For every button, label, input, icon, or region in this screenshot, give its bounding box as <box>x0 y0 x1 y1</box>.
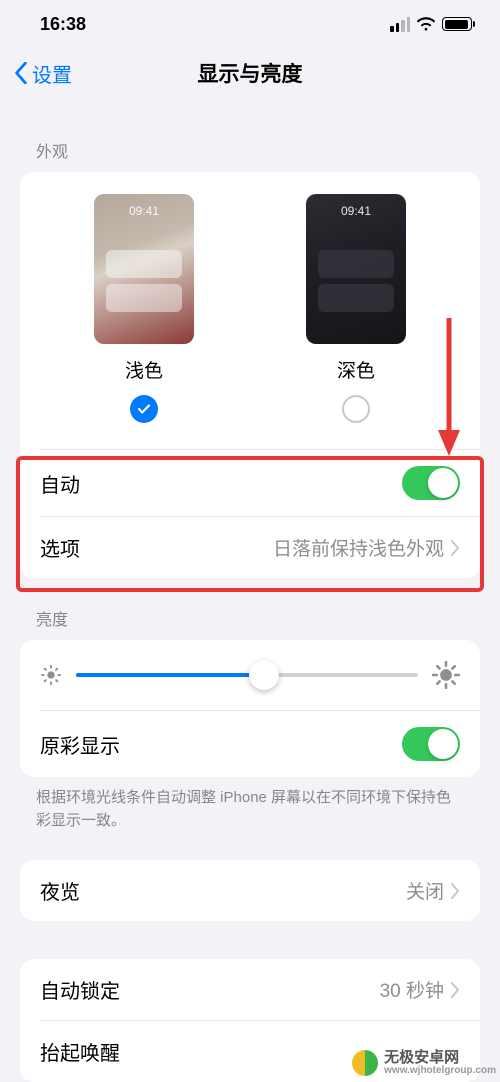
appearance-selector: 09:41 浅色 09:41 深色 <box>20 172 480 449</box>
auto-lock-value: 30 秒钟 <box>380 976 444 1003</box>
chevron-right-icon <box>450 883 460 899</box>
auto-appearance-row: 自动 <box>20 450 480 516</box>
appearance-option-light[interactable]: 09:41 浅色 <box>94 194 194 423</box>
auto-label: 自动 <box>40 469 80 498</box>
status-bar: 16:38 <box>0 0 500 48</box>
watermark: 无极安卓网 www.wjhotelgroup.com <box>352 1050 496 1076</box>
options-value: 日落前保持浅色外观 <box>273 534 444 561</box>
light-label: 浅色 <box>125 356 163 383</box>
night-shift-value: 关闭 <box>406 877 444 904</box>
checkmark-icon <box>136 401 152 417</box>
back-button[interactable]: 设置 <box>14 59 72 88</box>
cellular-signal-icon <box>390 17 410 32</box>
back-label: 设置 <box>32 59 72 88</box>
dark-preview-icon: 09:41 <box>306 194 406 344</box>
auto-lock-row[interactable]: 自动锁定 30 秒钟 <box>20 959 480 1020</box>
truetone-row: 原彩显示 <box>20 711 480 777</box>
auto-appearance-switch[interactable] <box>402 466 460 500</box>
night-shift-label: 夜览 <box>40 876 80 905</box>
nav-header: 设置 显示与亮度 <box>0 48 500 98</box>
truetone-footer: 根据环境光线条件自动调整 iPhone 屏幕以在不同环境下保持色彩显示一致。 <box>0 777 500 832</box>
brightness-slider[interactable] <box>76 660 418 690</box>
options-label: 选项 <box>40 533 80 562</box>
light-radio[interactable] <box>130 395 158 423</box>
wifi-icon <box>416 17 436 31</box>
auto-lock-label: 自动锁定 <box>40 975 120 1004</box>
brightness-card: 原彩显示 <box>20 640 480 777</box>
appearance-options-row[interactable]: 选项 日落前保持浅色外观 <box>20 517 480 578</box>
sun-small-icon <box>40 664 62 686</box>
sun-large-icon <box>432 661 460 689</box>
status-indicators <box>390 17 472 32</box>
brightness-slider-row <box>20 640 480 710</box>
truetone-switch[interactable] <box>402 727 460 761</box>
truetone-label: 原彩显示 <box>40 730 120 759</box>
appearance-header: 外观 <box>0 98 500 172</box>
chevron-right-icon <box>450 982 460 998</box>
brightness-header: 亮度 <box>0 578 500 640</box>
chevron-right-icon <box>450 540 460 556</box>
appearance-option-dark[interactable]: 09:41 深色 <box>306 194 406 423</box>
appearance-card: 09:41 浅色 09:41 深色 自动 选项 日落前保持浅色外观 <box>20 172 480 578</box>
watermark-brand: 无极安卓网 <box>384 1049 459 1066</box>
chevron-left-icon <box>14 62 28 84</box>
dark-radio[interactable] <box>342 395 370 423</box>
night-shift-card: 夜览 关闭 <box>20 860 480 921</box>
light-preview-icon: 09:41 <box>94 194 194 344</box>
battery-icon <box>442 17 472 31</box>
watermark-url: www.wjhotelgroup.com <box>384 1065 496 1076</box>
night-shift-row[interactable]: 夜览 关闭 <box>20 860 480 921</box>
dark-label: 深色 <box>337 356 375 383</box>
status-time: 16:38 <box>40 14 86 35</box>
raise-wake-label: 抬起唤醒 <box>40 1037 120 1066</box>
page-title: 显示与亮度 <box>0 58 500 88</box>
watermark-logo-icon <box>352 1050 378 1076</box>
